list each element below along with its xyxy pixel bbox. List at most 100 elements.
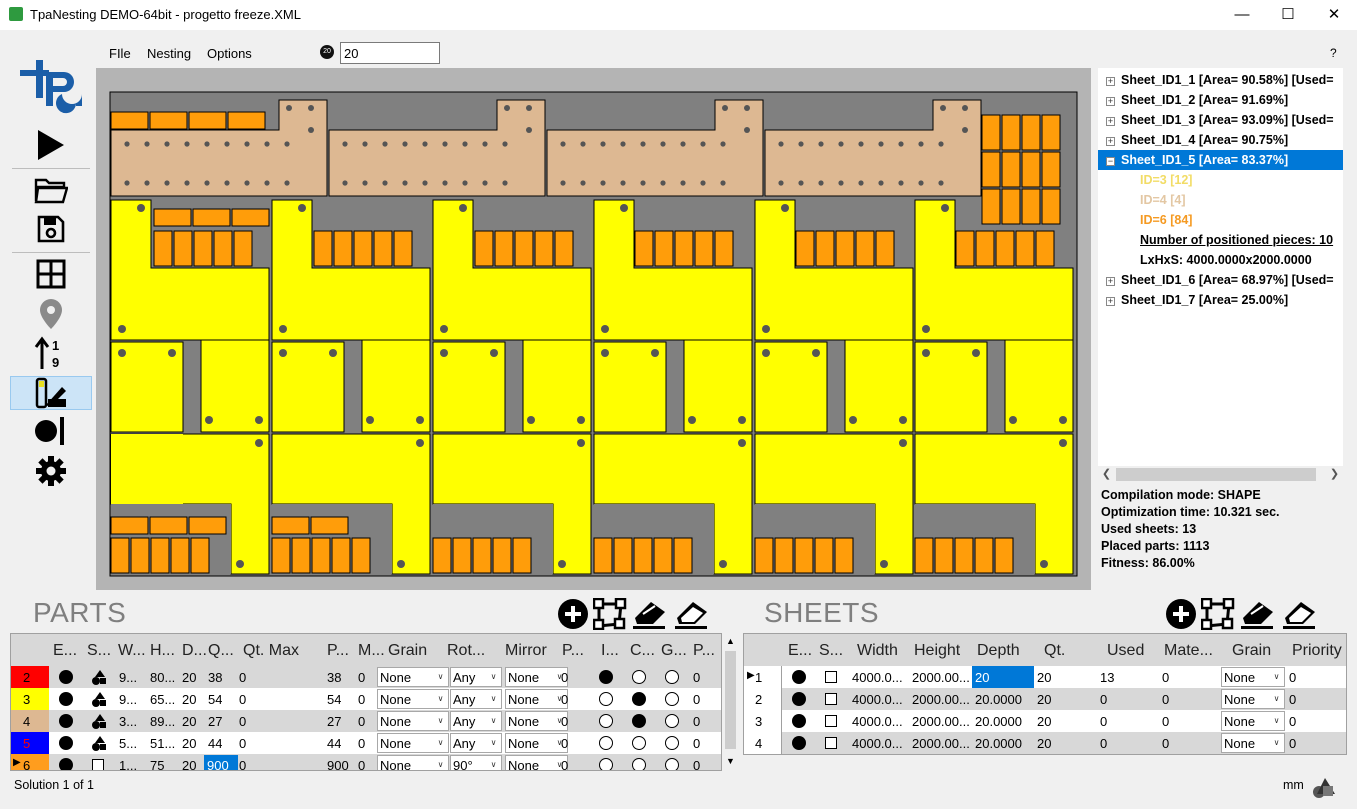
- chevron-down-icon[interactable]: ∨: [1270, 691, 1283, 707]
- sheet-cell-w[interactable]: 4000.0...: [852, 670, 903, 685]
- scroll-up-icon[interactable]: ▲: [722, 633, 739, 650]
- menu-nesting[interactable]: Nesting: [147, 46, 191, 61]
- scroll-down-icon[interactable]: ▼: [722, 753, 739, 770]
- part-color-swatch[interactable]: 3: [11, 688, 49, 710]
- parts-header-cell[interactable]: Rot...: [447, 642, 485, 660]
- expand-icon[interactable]: +: [1106, 137, 1115, 146]
- colors-button[interactable]: [10, 376, 92, 410]
- sheet-row-header[interactable]: 4: [744, 732, 782, 754]
- shape-mixed-icon[interactable]: [91, 691, 107, 707]
- sheet-cell-prio[interactable]: 0: [1289, 736, 1296, 751]
- close-button[interactable]: ✕: [1311, 0, 1357, 30]
- parts-grid[interactable]: E... S... W... H... D... Q... Qt. Max P... M... G…: [10, 633, 722, 771]
- grain-select[interactable]: None ∨: [1221, 711, 1285, 731]
- chevron-down-icon[interactable]: ∨: [487, 691, 500, 707]
- erase-one-icon[interactable]: [631, 598, 669, 630]
- part-cell-m[interactable]: 0: [358, 670, 365, 685]
- option-c-indicator[interactable]: [632, 758, 646, 770]
- sheet-cell-h[interactable]: 2000.00...: [912, 670, 970, 685]
- enabled-indicator[interactable]: [792, 692, 806, 706]
- mirror-select[interactable]: None ∨: [505, 733, 568, 753]
- unit-label[interactable]: mm: [1283, 778, 1304, 792]
- part-cell-q[interactable]: 27: [208, 714, 222, 729]
- rotation-select[interactable]: Any ∨: [450, 689, 502, 709]
- sheet-cell-qt[interactable]: 20: [1037, 670, 1051, 685]
- part-cell-p3[interactable]: 0: [693, 692, 700, 707]
- part-cell-q[interactable]: 900: [204, 755, 238, 770]
- sheet-cell-qt[interactable]: 20: [1037, 714, 1051, 729]
- part-cell-m[interactable]: 0: [358, 692, 365, 707]
- sheets-row[interactable]: 2 4000.0... 2000.00... 20.0000 20 0 0 0 None ∨: [744, 688, 1346, 710]
- part-cell-h[interactable]: 75: [150, 758, 164, 770]
- save-button[interactable]: [10, 212, 92, 246]
- erase-all-icon[interactable]: [673, 598, 711, 630]
- run-button[interactable]: [10, 128, 92, 162]
- part-cell-p3[interactable]: 0: [693, 714, 700, 729]
- maximize-button[interactable]: ☐: [1265, 0, 1311, 30]
- part-cell-p2[interactable]: 0: [561, 736, 568, 751]
- chevron-down-icon[interactable]: ∨: [487, 757, 500, 770]
- chevron-down-icon[interactable]: ∨: [487, 669, 500, 685]
- part-cell-d[interactable]: 20: [182, 758, 196, 770]
- sheets-header-cell[interactable]: Width: [857, 642, 898, 660]
- sheets-header-cell[interactable]: Grain: [1232, 642, 1271, 660]
- parts-header-cell[interactable]: I...: [601, 642, 619, 660]
- expand-icon[interactable]: +: [1106, 277, 1115, 286]
- expand-icon[interactable]: +: [1106, 97, 1115, 106]
- grain-select[interactable]: None ∨: [377, 755, 449, 770]
- enabled-indicator[interactable]: [59, 736, 73, 750]
- part-cell-q[interactable]: 38: [208, 670, 222, 685]
- sheet-cell-used[interactable]: 13: [1100, 670, 1114, 685]
- rotation-select[interactable]: Any ∨: [450, 733, 502, 753]
- sheet-cell-h[interactable]: 2000.00...: [912, 692, 970, 707]
- parts-header-cell[interactable]: P...: [693, 642, 715, 660]
- part-cell-p[interactable]: 44: [327, 736, 341, 751]
- parts-header-cell[interactable]: P...: [562, 642, 584, 660]
- sheets-header-cell[interactable]: Qt.: [1044, 642, 1065, 660]
- chevron-down-icon[interactable]: ∨: [434, 669, 447, 685]
- part-cell-q[interactable]: 54: [208, 692, 222, 707]
- part-cell-w[interactable]: 1...: [119, 758, 137, 770]
- part-cell-p3[interactable]: 0: [693, 670, 700, 685]
- sheets-grid[interactable]: E... S... Width Height Depth Qt. Used Mate... Gr…: [743, 633, 1347, 755]
- settings-button[interactable]: [10, 454, 92, 488]
- option-g-indicator[interactable]: [665, 692, 679, 706]
- part-cell-d[interactable]: 20: [182, 670, 196, 685]
- scroll-right-icon[interactable]: ❯: [1326, 466, 1343, 483]
- sort-button[interactable]: 19: [10, 336, 92, 370]
- grain-select[interactable]: None ∨: [377, 667, 449, 687]
- parts-header-cell[interactable]: G...: [661, 642, 687, 660]
- part-cell-h[interactable]: 51...: [150, 736, 175, 751]
- shape-square-icon[interactable]: [92, 759, 104, 770]
- collapse-icon[interactable]: −: [1106, 157, 1115, 166]
- sheet-cell-h[interactable]: 2000.00...: [912, 714, 970, 729]
- part-color-swatch[interactable]: 2: [11, 666, 49, 688]
- shapes-tool-icon[interactable]: [1311, 774, 1337, 800]
- part-cell-p[interactable]: 27: [327, 714, 341, 729]
- grain-select[interactable]: None ∨: [1221, 733, 1285, 753]
- tree-item-sheet-4[interactable]: + Sheet_ID1_4 [Area= 90.75%]: [1098, 130, 1288, 150]
- expand-icon[interactable]: +: [1106, 117, 1115, 126]
- option-i-indicator[interactable]: [599, 758, 613, 770]
- sheet-cell-d[interactable]: 20.0000: [975, 714, 1022, 729]
- tree-child-id4[interactable]: ID=4 [4]: [1140, 190, 1186, 210]
- sheet-row-header[interactable]: 2: [744, 688, 782, 710]
- sheet-cell-w[interactable]: 4000.0...: [852, 692, 903, 707]
- tree-horizontal-scrollbar[interactable]: ❮ ❯: [1098, 466, 1343, 483]
- option-i-indicator[interactable]: [599, 736, 613, 750]
- open-button[interactable]: [10, 173, 92, 207]
- scroll-thumb[interactable]: [1116, 468, 1316, 481]
- part-cell-m[interactable]: 0: [358, 736, 365, 751]
- option-g-indicator[interactable]: [665, 736, 679, 750]
- sheet-cell-d[interactable]: 20.0000: [975, 692, 1022, 707]
- erase-all-sheets-icon[interactable]: [1281, 598, 1319, 630]
- sheet-cell-prio[interactable]: 0: [1289, 714, 1296, 729]
- grain-select[interactable]: None ∨: [377, 733, 449, 753]
- grain-select[interactable]: None ∨: [377, 689, 449, 709]
- sheets-header-cell[interactable]: Height: [914, 642, 960, 660]
- sheets-row[interactable]: 4 4000.0... 2000.00... 20.0000 20 0 0 0 None ∨: [744, 732, 1346, 754]
- part-cell-p2[interactable]: 0: [561, 670, 568, 685]
- scroll-thumb[interactable]: [725, 651, 736, 749]
- chevron-down-icon[interactable]: ∨: [434, 691, 447, 707]
- parts-row[interactable]: 6 ▶ 1... 75 20 900 0 900 0 None ∨ 90° ∨ None ∨ 0 0: [11, 754, 721, 770]
